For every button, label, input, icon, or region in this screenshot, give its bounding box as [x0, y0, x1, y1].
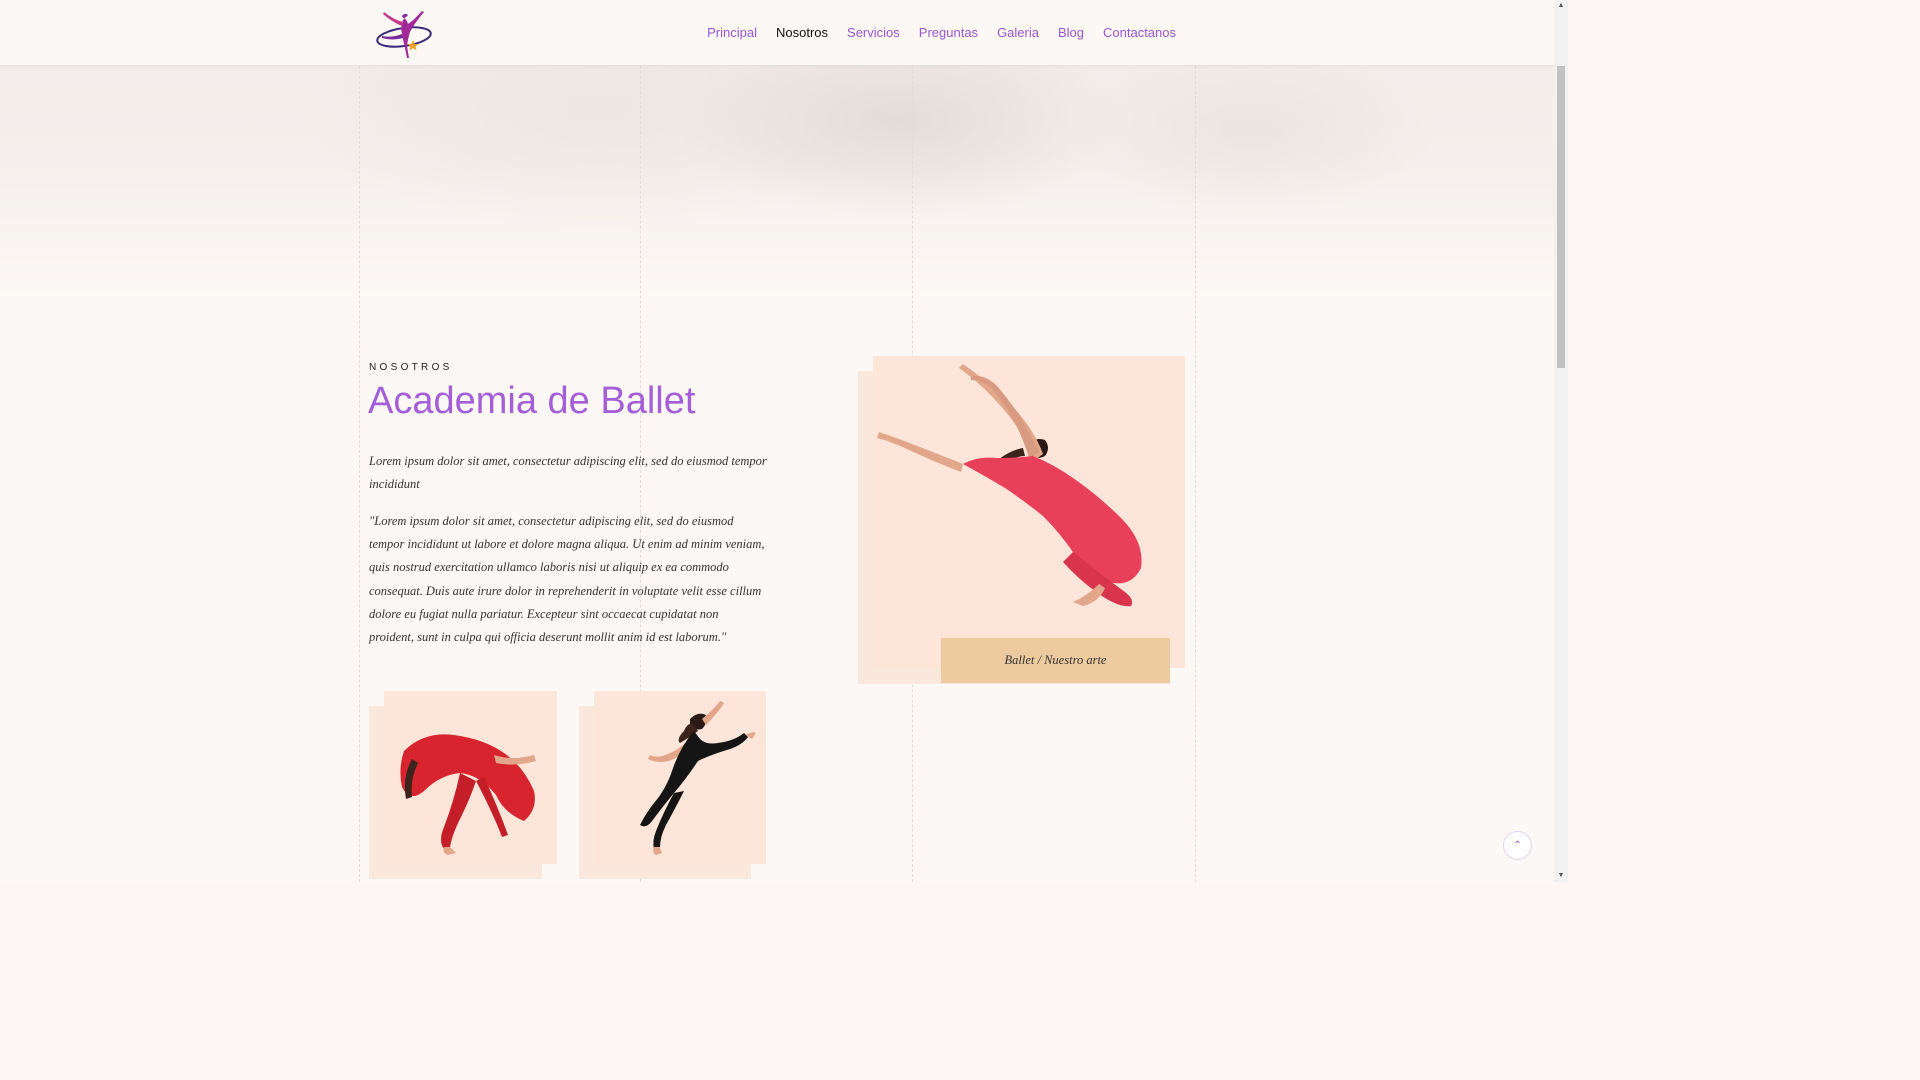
- section-eyebrow: NOSOTROS: [369, 362, 453, 373]
- nav-item-servicios[interactable]: Servicios: [847, 25, 900, 40]
- section-title: Academia de Ballet: [368, 380, 696, 422]
- nav-item-principal[interactable]: Principal: [707, 25, 757, 40]
- ballerina-logo-icon[interactable]: [372, 4, 436, 62]
- scroll-down-arrow-icon[interactable]: ▼: [1557, 872, 1565, 880]
- page-scrollbar[interactable]: ▲ ▼: [1554, 0, 1568, 882]
- nav-item-nosotros[interactable]: Nosotros: [776, 25, 828, 40]
- guide-line: [1195, 66, 1196, 882]
- nav-item-contactanos[interactable]: Contactanos: [1103, 25, 1176, 40]
- featured-caption: Ballet / Nuestro arte: [941, 638, 1170, 683]
- site-header: Principal Nosotros Servicios Preguntas G…: [0, 0, 1554, 65]
- nav-item-galeria[interactable]: Galeria: [997, 25, 1039, 40]
- nav-item-blog[interactable]: Blog: [1058, 25, 1084, 40]
- quote-text: "Lorem ipsum dolor sit amet, consectetur…: [369, 514, 765, 645]
- main-nav: Principal Nosotros Servicios Preguntas G…: [688, 0, 1176, 65]
- scrollbar-thumb[interactable]: [1557, 66, 1565, 368]
- intro-text: Lorem ipsum dolor sit amet, consectetur …: [369, 454, 767, 491]
- back-to-top-button[interactable]: ⌃: [1503, 831, 1532, 860]
- scroll-up-arrow-icon[interactable]: ▲: [1557, 2, 1565, 10]
- page: Principal Nosotros Servicios Preguntas G…: [0, 0, 1568, 882]
- guide-line: [359, 66, 360, 882]
- chevron-up-icon: ⌃: [1513, 840, 1522, 851]
- dancer-black-image: [594, 691, 766, 864]
- featured-dancer-image: [873, 356, 1185, 668]
- dancer-red-image: [384, 691, 557, 864]
- nav-item-preguntas[interactable]: Preguntas: [919, 25, 978, 40]
